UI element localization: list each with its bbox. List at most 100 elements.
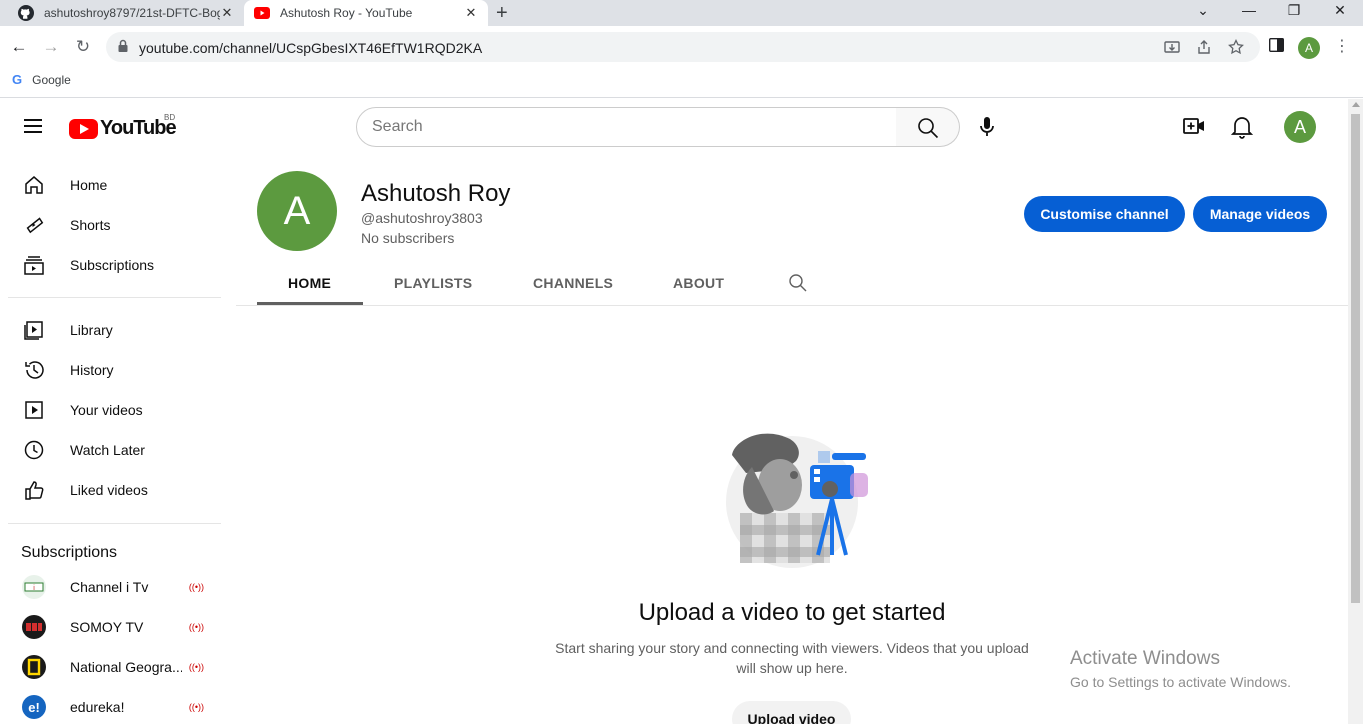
sidebar-divider bbox=[8, 523, 221, 524]
subscription-item[interactable]: SOMOY TV ((•)) bbox=[12, 607, 216, 647]
sidebar-item-label: Shorts bbox=[70, 217, 111, 233]
notifications-bell-icon[interactable] bbox=[1231, 115, 1253, 139]
close-icon[interactable]: ✕ bbox=[218, 4, 236, 22]
search-button[interactable] bbox=[896, 107, 960, 147]
youtube-icon bbox=[254, 7, 270, 19]
channel-tabs: HOME PLAYLISTS CHANNELS ABOUT bbox=[236, 262, 1348, 306]
tab-channels[interactable]: CHANNELS bbox=[533, 275, 613, 291]
close-icon[interactable]: ✕ bbox=[462, 4, 480, 22]
sidebar-item-label: Home bbox=[70, 177, 108, 193]
minimize-button[interactable]: — bbox=[1239, 2, 1259, 18]
lock-icon bbox=[118, 39, 128, 52]
browser-tab-github[interactable]: ashutoshroy8797/21st-DFTC-Bog ✕ bbox=[8, 0, 244, 26]
page-scrollbar[interactable] bbox=[1348, 99, 1363, 724]
live-icon: ((•)) bbox=[188, 622, 204, 632]
scroll-up-arrow-icon[interactable] bbox=[1352, 102, 1360, 107]
upload-video-button[interactable]: Upload video bbox=[732, 701, 851, 724]
tab-title: Ashutosh Roy - YouTube bbox=[280, 6, 413, 20]
liked-icon bbox=[22, 478, 46, 502]
youtube-play-icon bbox=[69, 118, 98, 139]
country-code: BD bbox=[164, 113, 176, 122]
more-vert-icon[interactable]: ⋮ bbox=[1334, 36, 1350, 56]
share-icon[interactable] bbox=[1196, 39, 1212, 55]
new-tab-button[interactable]: + bbox=[496, 3, 508, 23]
sidebar-item-subscriptions[interactable]: Subscriptions bbox=[12, 245, 216, 285]
side-panel-icon[interactable] bbox=[1269, 38, 1284, 52]
sidebar-item-watch-later[interactable]: Watch Later bbox=[12, 430, 216, 470]
subscription-item[interactable]: i Channel i Tv ((•)) bbox=[12, 567, 216, 607]
browser-profile-avatar[interactable]: A bbox=[1298, 37, 1320, 59]
address-bar[interactable]: youtube.com/channel/UCspGbesIXT46EfTW1RQ… bbox=[106, 32, 1260, 62]
tab-search-chevron-icon[interactable]: ⌄ bbox=[1193, 2, 1213, 19]
bookmark-label: Google bbox=[32, 72, 71, 87]
subscriptions-icon bbox=[22, 253, 46, 277]
microphone-icon[interactable] bbox=[976, 115, 998, 139]
youtube-logo[interactable]: YouTube BD bbox=[69, 113, 177, 140]
bookmark-google[interactable]: G Google bbox=[12, 72, 71, 87]
back-arrow-icon[interactable]: ← bbox=[9, 37, 29, 57]
history-icon bbox=[22, 358, 46, 382]
somoy-tv-avatar bbox=[22, 615, 46, 639]
menu-icon[interactable] bbox=[24, 119, 42, 137]
live-icon: ((•)) bbox=[188, 662, 204, 672]
channel-handle: @ashutoshroy3803 bbox=[361, 210, 483, 226]
bookmarks-bar: G Google bbox=[0, 68, 1363, 98]
install-icon[interactable] bbox=[1164, 39, 1180, 55]
google-icon: G bbox=[12, 72, 23, 87]
live-icon: ((•)) bbox=[188, 582, 204, 592]
activate-windows-watermark: Activate Windows Go to Settings to activ… bbox=[1070, 648, 1291, 690]
subscriber-count: No subscribers bbox=[361, 230, 455, 246]
your-videos-icon bbox=[22, 398, 46, 422]
subscription-item[interactable]: e! edureka! ((•)) bbox=[12, 687, 216, 724]
subscription-name: Channel i Tv bbox=[70, 579, 149, 595]
home-icon bbox=[22, 173, 46, 197]
tab-about[interactable]: ABOUT bbox=[673, 275, 724, 291]
reload-icon[interactable]: ↻ bbox=[73, 37, 93, 57]
tab-home[interactable]: HOME bbox=[288, 275, 331, 291]
create-video-icon[interactable] bbox=[1183, 116, 1205, 136]
live-icon: ((•)) bbox=[188, 702, 204, 712]
youtube-page: YouTube BD A bbox=[0, 99, 1363, 724]
sidebar-item-home[interactable]: Home bbox=[12, 165, 216, 205]
sidebar-item-label: Subscriptions bbox=[70, 257, 155, 273]
national-geographic-avatar bbox=[22, 655, 46, 679]
empty-state-title: Upload a video to get started bbox=[638, 599, 946, 626]
sidebar-item-history[interactable]: History bbox=[12, 350, 216, 390]
close-window-button[interactable]: ✕ bbox=[1330, 2, 1350, 19]
sidebar-item-label: Watch Later bbox=[70, 442, 145, 458]
sidebar-item-liked-videos[interactable]: Liked videos bbox=[12, 470, 216, 510]
user-avatar[interactable]: A bbox=[1284, 111, 1316, 143]
channel-search-icon[interactable] bbox=[788, 273, 808, 293]
svg-text:e!: e! bbox=[28, 700, 40, 715]
sidebar-item-library[interactable]: Library bbox=[12, 310, 216, 350]
search-input[interactable] bbox=[357, 108, 896, 146]
scrollbar-thumb[interactable] bbox=[1351, 114, 1360, 603]
browser-tab-youtube[interactable]: Ashutosh Roy - YouTube ✕ bbox=[244, 0, 488, 26]
channel-i-tv-avatar: i bbox=[22, 575, 46, 599]
sidebar-item-label: History bbox=[70, 362, 114, 378]
search-icon bbox=[918, 118, 939, 139]
active-tab-underline bbox=[257, 302, 363, 305]
restore-button[interactable]: ❐ bbox=[1284, 2, 1304, 19]
customise-channel-button[interactable]: Customise channel bbox=[1024, 196, 1185, 232]
sidebar-item-your-videos[interactable]: Your videos bbox=[12, 390, 216, 430]
forward-arrow-icon[interactable]: → bbox=[41, 37, 61, 57]
subscription-name: edureka! bbox=[70, 699, 125, 715]
upload-video-illustration bbox=[726, 433, 868, 568]
sidebar-divider bbox=[8, 297, 221, 298]
watermark-title: Activate Windows bbox=[1070, 648, 1220, 669]
channel-name: Ashutosh Roy bbox=[361, 180, 511, 207]
manage-videos-button[interactable]: Manage videos bbox=[1193, 196, 1327, 232]
channel-avatar: A bbox=[257, 171, 337, 251]
sidebar-item-label: Liked videos bbox=[70, 482, 148, 498]
library-icon bbox=[22, 318, 46, 342]
edureka-avatar: e! bbox=[22, 695, 46, 719]
sidebar-item-shorts[interactable]: Shorts bbox=[12, 205, 216, 245]
url-text: youtube.com/channel/UCspGbesIXT46EfTW1RQ… bbox=[139, 40, 483, 56]
star-icon[interactable] bbox=[1228, 39, 1244, 55]
sidebar-item-label: Library bbox=[70, 322, 113, 338]
tab-playlists[interactable]: PLAYLISTS bbox=[394, 275, 472, 291]
watermark-subtitle: Go to Settings to activate Windows. bbox=[1070, 674, 1291, 690]
subscription-item[interactable]: National Geogra... ((•)) bbox=[12, 647, 216, 687]
sidebar-item-label: Your videos bbox=[70, 402, 143, 418]
